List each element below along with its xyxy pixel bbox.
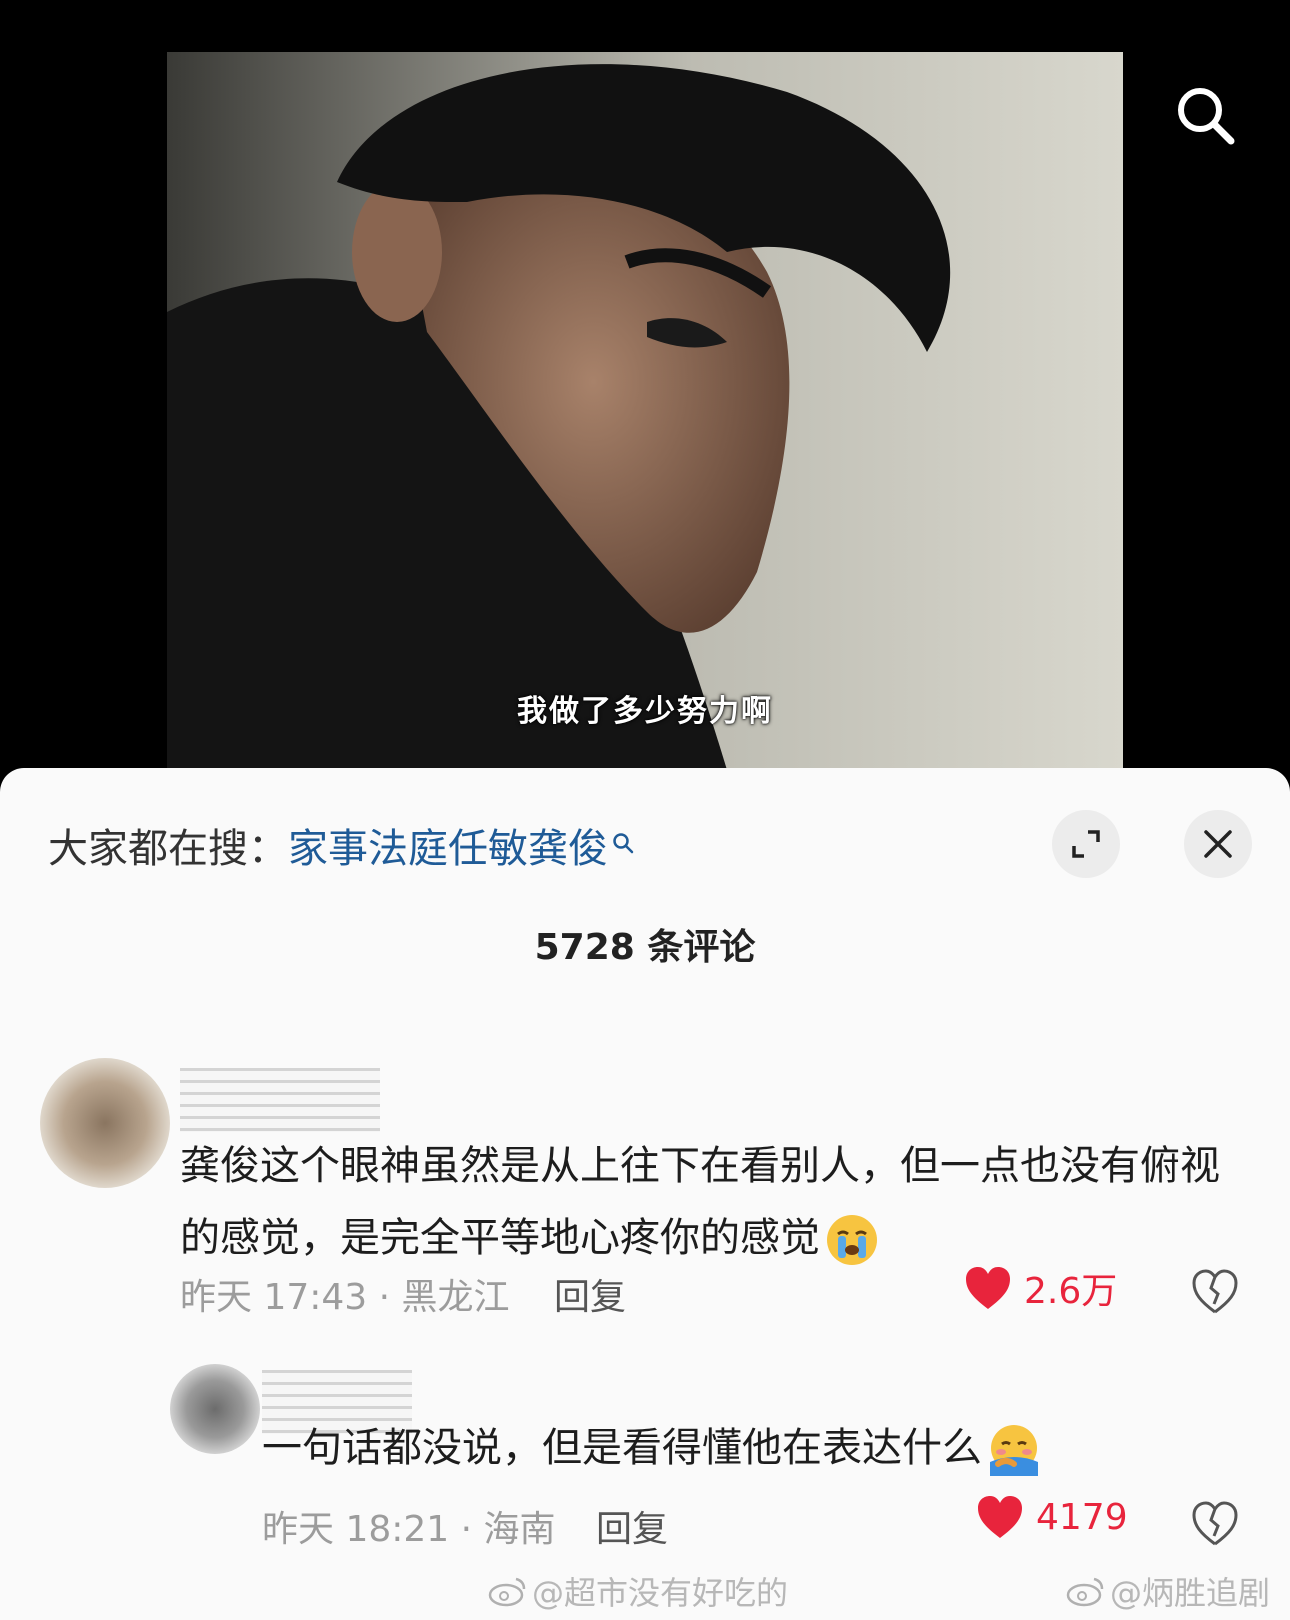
comment-text: 龚俊这个眼神虽然是从上往下在看别人，但一点也没有俯视的感觉，是完全平等地心疼你的… bbox=[180, 1130, 1240, 1274]
hugging-face-icon bbox=[990, 1425, 1038, 1476]
weibo-logo-icon bbox=[488, 1577, 526, 1607]
comment-text: 一句话都没说，但是看得懂他在表达什么 bbox=[262, 1412, 1222, 1484]
dislike-icon[interactable] bbox=[1190, 1498, 1240, 1548]
trending-search-bar[interactable]: 大家都在搜：家事法庭任敏龚俊 bbox=[48, 816, 634, 874]
avatar[interactable] bbox=[170, 1364, 260, 1454]
comment-text-body: 一句话都没说，但是看得懂他在表达什么 bbox=[262, 1425, 982, 1471]
heart-icon bbox=[978, 1496, 1022, 1538]
trending-prefix: 大家都在搜： bbox=[48, 826, 288, 872]
close-icon bbox=[1204, 830, 1232, 858]
watermark-left: @超市没有好吃的 bbox=[488, 1568, 788, 1614]
like-button[interactable]: 4179 bbox=[976, 1494, 1128, 1540]
video-subtitle: 我做了多少努力啊 bbox=[517, 694, 773, 729]
watermark-left-text: @超市没有好吃的 bbox=[532, 1574, 789, 1612]
close-button[interactable] bbox=[1184, 810, 1252, 878]
comment-count: 5728 条评论 bbox=[534, 927, 756, 968]
video-still-image bbox=[167, 64, 951, 770]
video-frame[interactable]: 我做了多少努力啊 bbox=[167, 52, 1123, 770]
comment-meta: 昨天 17:43 · 黑龙江 bbox=[180, 1277, 510, 1318]
expand-button[interactable] bbox=[1052, 810, 1120, 878]
avatar[interactable] bbox=[40, 1058, 170, 1188]
search-icon bbox=[1178, 88, 1235, 145]
watermark-right-text: @炳胜追剧 bbox=[1110, 1574, 1271, 1612]
like-count: 4179 bbox=[1036, 1496, 1128, 1538]
crying-face-icon bbox=[827, 1215, 877, 1265]
like-button[interactable]: 2.6万 bbox=[964, 1262, 1117, 1314]
dislike-icon[interactable] bbox=[1190, 1266, 1240, 1316]
video-player[interactable]: 我做了多少努力啊 bbox=[0, 0, 1290, 790]
comment-meta: 昨天 18:21 · 海南 bbox=[262, 1509, 556, 1550]
trending-search-link[interactable]: 家事法庭任敏龚俊 bbox=[288, 826, 608, 872]
weibo-logo-icon bbox=[1066, 1577, 1104, 1607]
reply-button[interactable]: 回复 bbox=[596, 1500, 668, 1552]
comment-text-body: 龚俊这个眼神虽然是从上往下在看别人，但一点也没有俯视的感觉，是完全平等地心疼你的… bbox=[180, 1143, 1220, 1261]
like-count: 2.6万 bbox=[1024, 1271, 1118, 1312]
search-button[interactable] bbox=[1170, 80, 1240, 150]
heart-icon bbox=[966, 1267, 1010, 1309]
search-icon bbox=[612, 818, 634, 864]
comment-item: 龚俊这个眼神虽然是从上往下在看别人，但一点也没有俯视的感觉，是完全平等地心疼你的… bbox=[0, 1058, 1290, 1318]
reply-button[interactable]: 回复 bbox=[554, 1268, 626, 1320]
username-blurred[interactable] bbox=[180, 1068, 380, 1132]
watermark-right: @炳胜追剧 bbox=[1066, 1568, 1270, 1614]
expand-icon bbox=[1072, 830, 1100, 858]
comments-sheet: 大家都在搜：家事法庭任敏龚俊 5728 条评论 龚俊这个眼神虽然是从上往下在看别… bbox=[0, 768, 1290, 1620]
